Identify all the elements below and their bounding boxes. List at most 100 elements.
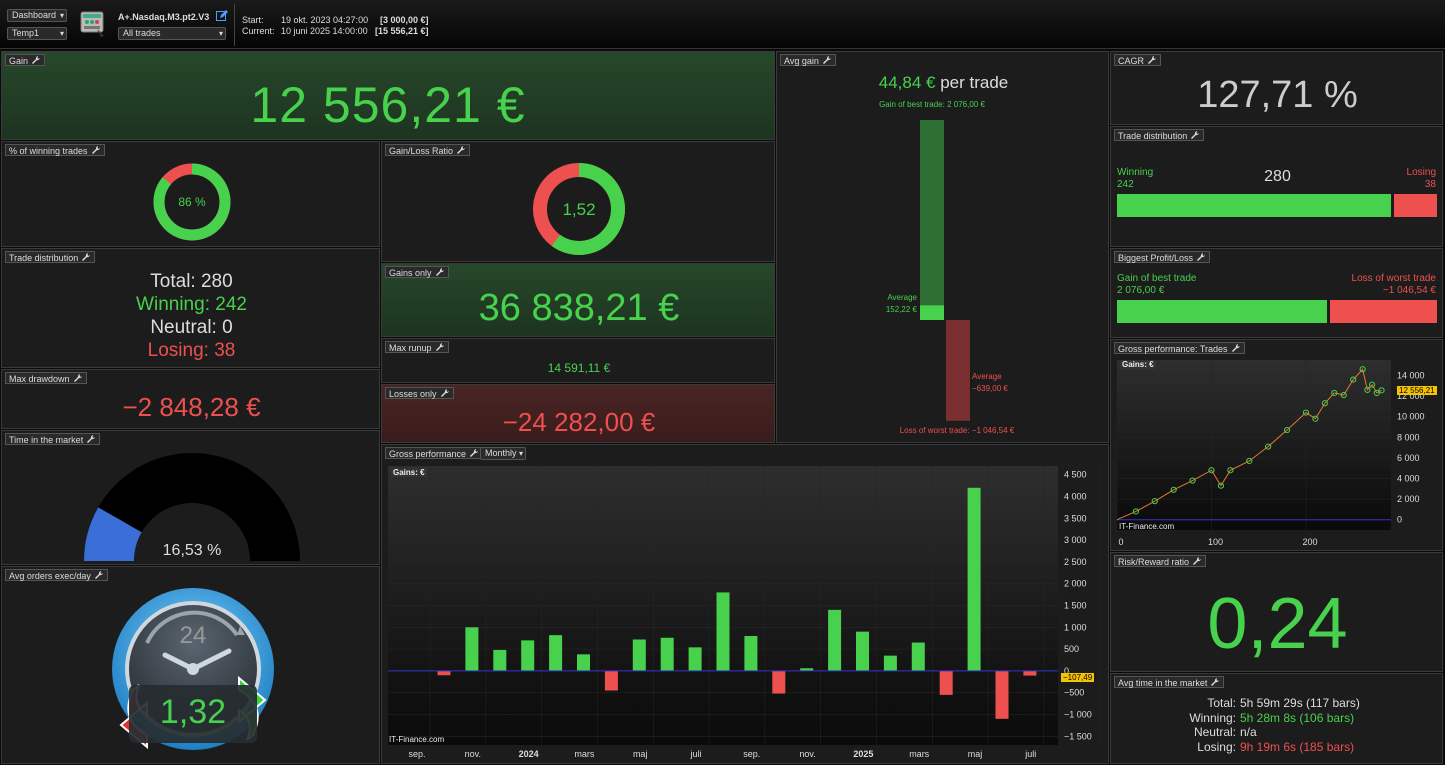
max-drawdown-value: −2 848,28 € <box>122 392 261 422</box>
max-drawdown-panel: Max drawdown −2 848,28 € <box>1 369 380 429</box>
trades-filter-value: All trades <box>123 28 161 38</box>
avg-time-label: Winning: <box>1189 710 1236 725</box>
current-date: 10 juni 2025 14:00:00 <box>281 26 368 36</box>
x-tick-label: 2025 <box>853 749 873 759</box>
avg-time-value: n/a <box>1240 725 1257 739</box>
monthly-bar <box>577 654 590 671</box>
wrench-icon <box>457 146 466 154</box>
risk-reward-title[interactable]: Risk/Reward ratio <box>1114 555 1207 567</box>
template-select-value: Temp1 <box>12 28 40 38</box>
gross-trades-watermark: IT-Finance.com <box>1119 522 1175 531</box>
risk-reward-title-text: Risk/Reward ratio <box>1118 557 1190 567</box>
gross-trades-last-value: 12 556,21 <box>1397 386 1437 395</box>
monthly-bar <box>465 627 479 671</box>
avg-orders-title[interactable]: Avg orders exec/day <box>5 569 108 581</box>
monthly-bar <box>995 670 1009 719</box>
avg-time-row-losing: Losing: 9h 19m 6s (185 bars) <box>1111 739 1442 755</box>
losses-only-title[interactable]: Losses only <box>385 387 454 399</box>
max-drawdown-title[interactable]: Max drawdown <box>5 372 87 384</box>
winning-pct-title-text: % of winning trades <box>9 146 88 156</box>
avg-time-label: Neutral: <box>1193 725 1236 739</box>
gross-monthly-last-value: −107,49 <box>1061 673 1095 682</box>
gains-only-title[interactable]: Gains only <box>385 266 449 278</box>
biggest-pl-title[interactable]: Biggest Profit/Loss <box>1114 251 1211 263</box>
trade-dist-text-title[interactable]: Trade distribution <box>5 251 96 263</box>
avg-time-title[interactable]: Avg time in the market <box>1114 676 1225 688</box>
gains-only-title-text: Gains only <box>389 268 432 278</box>
gross-trades-legend: Gains: € <box>1120 360 1156 369</box>
losing-label: Losing <box>1406 167 1436 178</box>
avg-gain-bars <box>920 120 970 421</box>
avg-time-label: Total: <box>1207 696 1236 710</box>
chevron-down-icon: ▾ <box>59 29 64 38</box>
wrench-icon <box>82 253 91 261</box>
avg-gain-bar-value: 152,22 € <box>885 305 917 314</box>
gains-only-value: 36 838,21 € <box>478 287 680 329</box>
wrench-icon <box>1211 678 1220 686</box>
wrench-icon <box>87 435 96 443</box>
y-tick-label: 2 500 <box>1064 557 1087 567</box>
gross-trades-panel: Gross performance: Trades 02 000 4 000 6 0… <box>1110 339 1443 551</box>
avg-loss-bar-label: Average <box>972 372 1002 381</box>
x-tick-label: nov. <box>799 749 815 759</box>
edit-icon[interactable] <box>216 9 228 21</box>
losses-only-panel: Losses only −24 282,00 € <box>381 384 775 443</box>
trade-dist-text-panel: Trade distribution Total: 280 Winning: 2… <box>1 248 380 368</box>
start-date: 19 okt. 2023 04:27:00 <box>281 15 369 25</box>
trade-dist-bar-title[interactable]: Trade distribution <box>1114 129 1205 141</box>
dashboard-select[interactable]: Dashboard ▾ <box>7 9 67 22</box>
y-tick-label: −500 <box>1064 688 1084 698</box>
y-tick-label: 1 500 <box>1064 601 1087 611</box>
trade-dist-bar <box>1117 194 1437 217</box>
gl-ratio-panel: Gain/Loss Ratio 1,52 <box>381 141 775 262</box>
max-runup-title[interactable]: Max runup <box>385 341 449 353</box>
monthly-bar <box>549 635 563 671</box>
time-in-market-title[interactable]: Time in the market <box>5 433 101 445</box>
current-label: Current: <box>242 26 275 36</box>
monthly-bar <box>772 670 786 694</box>
gross-monthly-watermark: IT-Finance.com <box>389 735 445 744</box>
avg-loss-bar-value: −639,00 € <box>972 384 1008 393</box>
trades-filter-select[interactable]: All trades ▾ <box>118 27 226 40</box>
start-capital: [3 000,00 €] <box>380 15 429 25</box>
biggest-pl-title-text: Biggest Profit/Loss <box>1118 253 1194 263</box>
winning-pct-value: 86 % <box>178 195 206 209</box>
strategy-icon[interactable] <box>80 11 106 38</box>
worst-label: Loss of worst trade <box>1351 273 1436 284</box>
monthly-bar <box>437 670 451 676</box>
gl-ratio-title[interactable]: Gain/Loss Ratio <box>385 144 471 156</box>
avg-time-value: 9h 19m 6s (185 bars) <box>1240 739 1355 754</box>
y-tick-label: 3 500 <box>1064 513 1087 523</box>
avg-time-row-winning: Winning: 5h 28m 8s (106 bars) <box>1111 710 1442 726</box>
winning-pct-title[interactable]: % of winning trades <box>5 144 105 156</box>
x-tick-label: sep. <box>743 749 760 759</box>
monthly-bar <box>493 649 507 671</box>
monthly-bar <box>688 647 702 671</box>
x-tick-label: sep. <box>408 749 425 759</box>
x-tick-label: juli <box>1024 749 1036 759</box>
gains-only-panel: Gains only 36 838,21 € <box>381 263 775 337</box>
losses-only-value: −24 282,00 € <box>502 407 656 437</box>
monthly-bar <box>1023 670 1037 676</box>
losing-bar <box>1393 194 1437 217</box>
wrench-icon <box>435 268 444 276</box>
max-runup-value: 14 591,11 € <box>547 361 611 375</box>
wrench-icon <box>435 343 444 351</box>
worst-value: −1 046,54 € <box>1382 285 1436 296</box>
cagr-title[interactable]: CAGR <box>1114 54 1162 66</box>
max-runup-title-text: Max runup <box>389 343 432 353</box>
top-toolbar: Dashboard ▾ Temp1 ▾ A+.Nasdaq.M3.pt2.V3 Al… <box>0 0 1445 49</box>
y-tick-label: 4 500 <box>1064 470 1087 480</box>
template-select[interactable]: Temp1 ▾ <box>7 27 67 40</box>
y-tick-label: −1 500 <box>1064 731 1092 741</box>
max-drawdown-title-text: Max drawdown <box>9 374 70 384</box>
best-bar <box>1117 300 1330 323</box>
y-tick-label: 4 000 <box>1064 492 1087 502</box>
avg-orders-title-text: Avg orders exec/day <box>9 571 91 581</box>
avg-gain-bar <box>920 305 944 320</box>
time-in-market-value: 16,53 % <box>162 542 222 559</box>
monthly-bar <box>883 655 897 671</box>
winning-pct-panel: % of winning trades 86 % <box>1 141 380 247</box>
gain-title[interactable]: Gain <box>5 54 46 66</box>
trade-dist-text-title-text: Trade distribution <box>9 253 79 263</box>
